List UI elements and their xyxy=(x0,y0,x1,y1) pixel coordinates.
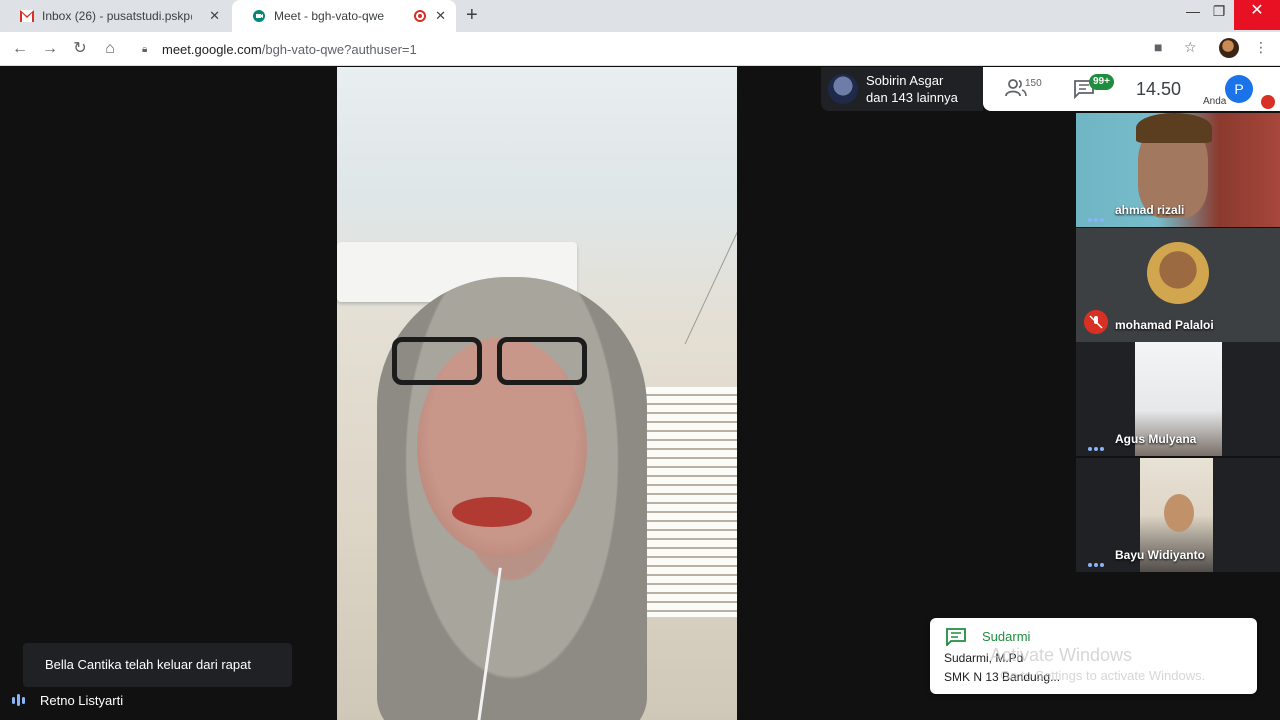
chat-message-popup[interactable]: Sudarmi Sudarmi, M.Pd SMK N 13 Bandung..… xyxy=(930,618,1257,694)
close-tab-icon[interactable]: ✕ xyxy=(435,8,446,24)
recent-speaker-name: Sobirin Asgar xyxy=(866,73,944,88)
forward-icon[interactable]: → xyxy=(39,38,61,60)
participant-name: Agus Mulyana xyxy=(1115,432,1197,446)
recent-speaker-others: dan 143 lainnya xyxy=(866,90,958,105)
self-mic-off-icon xyxy=(1261,95,1275,109)
avatar xyxy=(828,74,858,104)
participant-tile[interactable]: Bayu Widiyanto xyxy=(1076,458,1280,572)
browser-tabstrip: Inbox (26) - pusatstudi.pskp@gm ✕ Meet -… xyxy=(0,0,1280,32)
avatar xyxy=(1147,242,1209,304)
meet-icon xyxy=(253,10,265,22)
participant-tile[interactable]: mohamad Palaloi xyxy=(1076,228,1280,342)
chat-message-icon xyxy=(946,628,966,646)
chat-unread-badge: 99+ xyxy=(1089,74,1114,90)
active-speaker-name: Retno Listyarti xyxy=(40,692,124,708)
gmail-icon xyxy=(20,10,34,22)
chat-message-line: Sudarmi, M.Pd xyxy=(944,651,1024,665)
chat-message-line: SMK N 13 Bandung... xyxy=(944,670,1061,684)
recording-icon xyxy=(414,10,426,22)
new-tab-button[interactable]: + xyxy=(466,4,478,27)
self-avatar[interactable]: P xyxy=(1225,75,1253,103)
bookmark-star-icon[interactable]: ☆ xyxy=(1184,39,1197,56)
profile-avatar[interactable] xyxy=(1219,38,1239,58)
reload-icon[interactable]: ↻ xyxy=(69,38,91,60)
close-tab-icon[interactable]: ✕ xyxy=(209,8,220,24)
home-icon[interactable]: ⌂ xyxy=(99,38,121,60)
speaking-bars-icon xyxy=(12,694,25,706)
meeting-clock: 14.50 xyxy=(1136,79,1182,99)
back-icon[interactable]: ← xyxy=(9,38,31,60)
participant-name: Bayu Widiyanto xyxy=(1115,548,1205,562)
tab-gmail-inbox[interactable]: Inbox (26) - pusatstudi.pskp@gm ✕ xyxy=(0,0,230,32)
address-bar[interactable]: 🔒︎ meet.google.com/bgh-vato-qwe?authuser… xyxy=(130,36,1210,62)
browser-toolbar: ← → ↻ ⌂ 🔒︎ meet.google.com/bgh-vato-qwe?… xyxy=(0,32,1280,66)
audio-activity-icon xyxy=(1088,209,1106,222)
window-close-button[interactable]: ✕ xyxy=(1234,0,1280,30)
tab-title: Meet - bgh-vato-qwe xyxy=(274,9,385,23)
people-icon[interactable] xyxy=(1005,79,1027,97)
participant-count: 150 xyxy=(1025,78,1042,89)
mic-off-icon xyxy=(1084,310,1108,334)
camera-permission-icon[interactable]: ■ xyxy=(1154,39,1162,55)
participant-name: ahmad rizali xyxy=(1115,203,1185,217)
participant-name: mohamad Palaloi xyxy=(1115,318,1214,332)
url-host: meet.google.com xyxy=(162,41,262,57)
leave-notification: Bella Cantika telah keluar dari rapat xyxy=(23,643,292,687)
maximize-button[interactable]: ❐ xyxy=(1204,0,1234,30)
main-speaker-video[interactable] xyxy=(337,67,737,720)
participant-tile[interactable]: Agus Mulyana xyxy=(1076,342,1280,456)
lock-icon: 🔒︎ xyxy=(142,43,148,55)
chat-sender: Sudarmi xyxy=(982,629,1031,644)
audio-activity-icon xyxy=(1088,438,1106,451)
audio-activity-icon xyxy=(1088,554,1106,567)
participant-tile[interactable]: ahmad rizali xyxy=(1076,113,1280,227)
active-speaker-label: Retno Listyarti xyxy=(12,690,123,710)
browser-menu-icon[interactable]: ⋮ xyxy=(1254,39,1268,56)
tab-google-meet[interactable]: Meet - bgh-vato-qwe ✕ xyxy=(232,0,456,32)
tab-title: Inbox (26) - pusatstudi.pskp@gm xyxy=(42,9,192,23)
url-path: /bgh-vato-qwe?authuser=1 xyxy=(261,41,417,57)
recent-speaker-badge: Sobirin Asgar dan 143 lainnya xyxy=(821,67,983,111)
self-label: Anda xyxy=(1203,96,1227,107)
meeting-info-bar: 150 99+ 14.50 P Anda xyxy=(983,67,1280,111)
